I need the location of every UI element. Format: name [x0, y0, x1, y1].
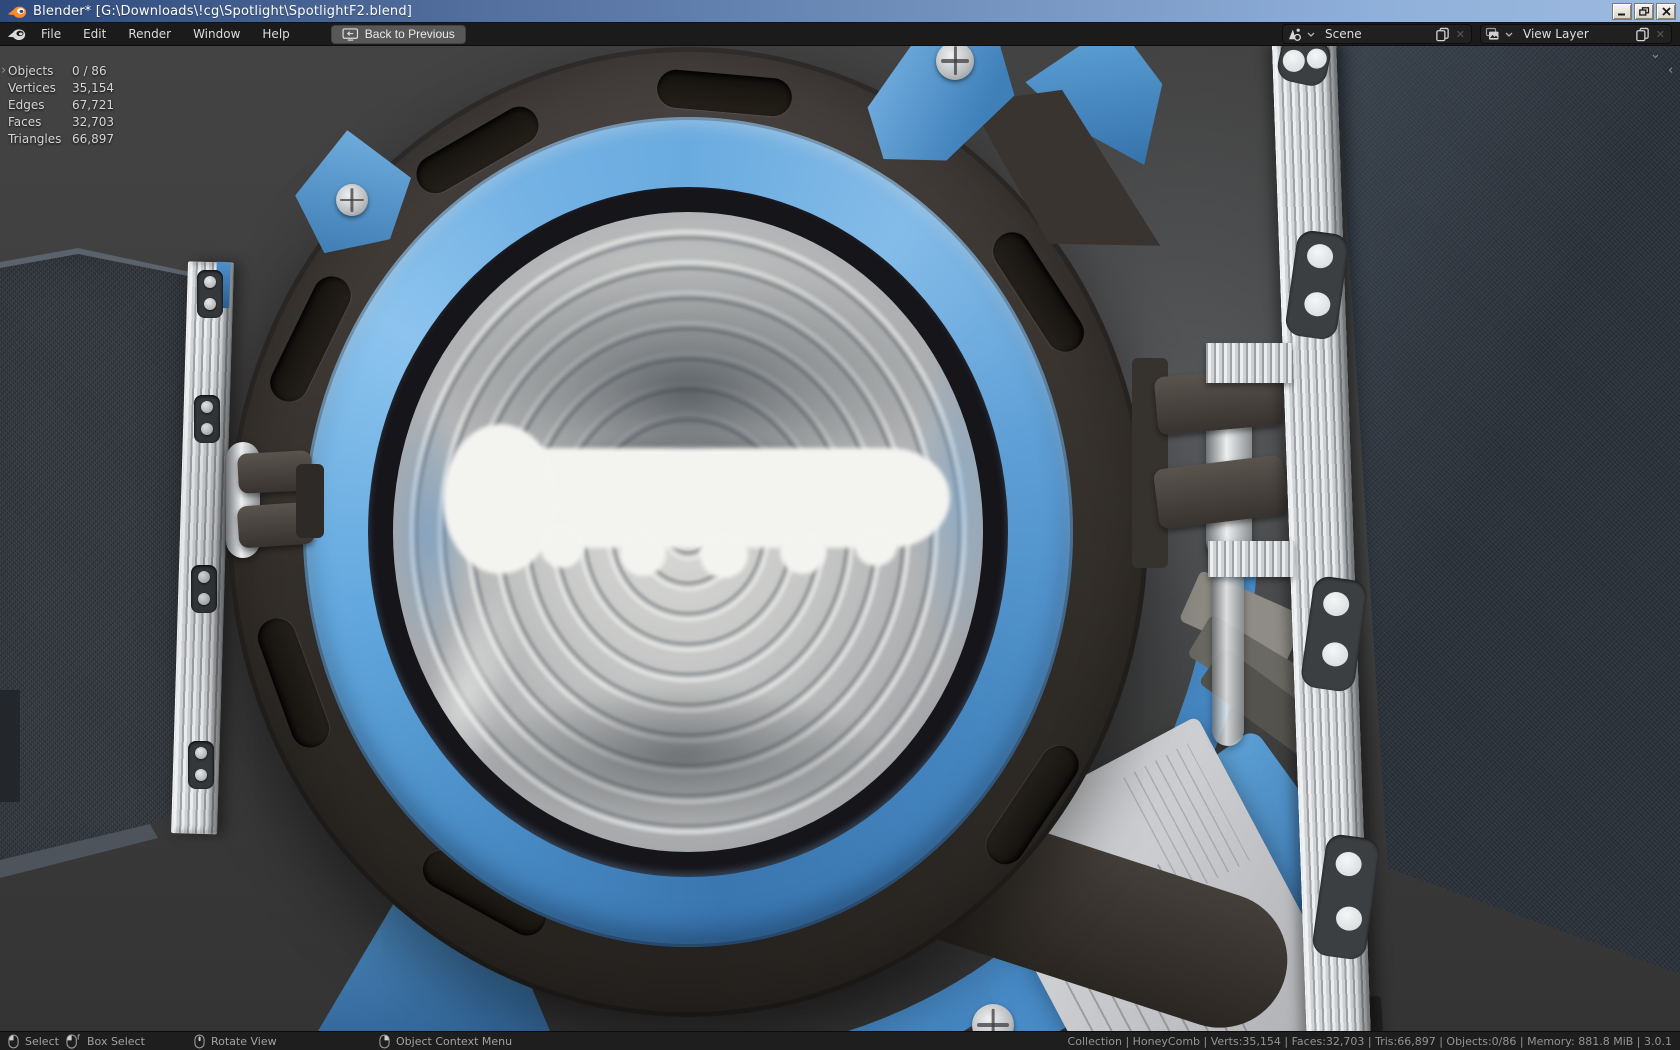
editor-corner-widget[interactable]: ⌄	[1650, 48, 1661, 61]
minimize-icon	[1618, 13, 1625, 16]
hinge-mount-bottom	[1208, 541, 1294, 577]
title-bar: Blender* [G:\Downloads\!cg\Spotlight\Spo…	[0, 0, 1680, 23]
keymap-hint-select: Select	[8, 1032, 59, 1050]
blender-logo-icon	[7, 4, 27, 19]
toolbar-expand-arrow[interactable]: ›	[1, 64, 6, 77]
stat-value: 66,897	[72, 132, 114, 146]
stat-value: 32,703	[72, 115, 114, 129]
menu-help[interactable]: Help	[251, 23, 300, 46]
hint-label: Box Select	[87, 1035, 145, 1048]
light-streak-scallop	[780, 530, 826, 574]
view-layer-icon	[1485, 27, 1499, 40]
menu-edit[interactable]: Edit	[72, 23, 117, 46]
restore-icon	[1638, 7, 1649, 16]
hint-label: Rotate View	[211, 1035, 277, 1048]
blender-window: Blender* [G:\Downloads\!cg\Spotlight\Spo…	[0, 0, 1680, 1050]
scene-name: Scene	[1325, 27, 1362, 41]
mouse-right-icon	[379, 1034, 390, 1049]
bolt-plate	[191, 565, 217, 613]
bolt-plate	[194, 395, 220, 443]
window-title: Blender* [G:\Downloads\!cg\Spotlight\Spo…	[33, 3, 413, 19]
hinge-mount-top	[1206, 343, 1292, 383]
mouse-left-drag-icon	[66, 1034, 81, 1049]
stat-label: Objects	[8, 64, 54, 78]
scene-statistics-text: Collection | HoneyComb | Verts:35,154 | …	[1067, 1035, 1672, 1048]
minimize-button[interactable]	[1612, 3, 1632, 20]
bolt-plate	[188, 741, 214, 789]
light-streak-scallop	[540, 524, 584, 568]
light-streak-scallop	[700, 532, 748, 578]
back-to-previous-button[interactable]: Back to Previous	[330, 24, 466, 44]
stat-label: Faces	[8, 115, 42, 129]
menu-window[interactable]: Window	[182, 23, 251, 46]
stat-label: Edges	[8, 98, 45, 112]
top-menu-bar: File Edit Render Window Help Back to Pre…	[0, 23, 1680, 46]
hint-label: Object Context Menu	[396, 1035, 513, 1048]
unlink-scene-icon[interactable]: ✕	[1454, 29, 1467, 40]
stat-label: Triangles	[8, 132, 62, 146]
stat-label: Vertices	[8, 81, 56, 95]
clip-screw	[336, 184, 368, 216]
light-streak-scallop	[855, 526, 897, 566]
bolt-plate	[197, 270, 223, 318]
keymap-hint-context-menu: Object Context Menu	[379, 1032, 512, 1050]
window-controls	[1612, 3, 1676, 20]
remove-view-layer-icon[interactable]: ✕	[1654, 29, 1667, 40]
menu-file[interactable]: File	[30, 23, 72, 46]
mouse-left-icon	[8, 1034, 19, 1049]
fresnel-lens	[393, 212, 983, 852]
stat-value: 35,154	[72, 81, 114, 95]
viewport-statistics: Objects 0 / 86 Vertices 35,154 Edges 67,721…	[8, 65, 114, 146]
close-button[interactable]	[1656, 3, 1676, 20]
scene-selector[interactable]: Scene ✕	[1282, 24, 1472, 44]
scene-icon	[1289, 28, 1301, 41]
new-view-layer-icon[interactable]	[1635, 27, 1650, 42]
lens-reflection-dark-bottom	[487, 685, 877, 827]
menu-render[interactable]: Render	[117, 23, 182, 46]
new-scene-icon[interactable]	[1435, 27, 1450, 42]
chevron-down-icon	[1307, 32, 1315, 37]
blender-menu-logo-icon[interactable]	[7, 27, 26, 41]
viewport-3d[interactable]: Objects 0 / 86 Vertices 35,154 Edges 67,721…	[0, 46, 1680, 1031]
stat-value: 0 / 86	[72, 64, 107, 78]
hinge-bracket-left	[296, 464, 324, 538]
light-streak-scallop	[620, 530, 666, 576]
hint-label: Select	[25, 1035, 59, 1048]
keymap-hint-rotate-view: Rotate View	[194, 1032, 277, 1050]
keymap-hint-box-select: Box Select	[66, 1032, 145, 1050]
hinge-pin-right-lower	[1212, 561, 1244, 746]
mouse-middle-icon	[194, 1034, 205, 1049]
restore-button[interactable]	[1634, 3, 1654, 20]
chevron-down-icon	[1505, 32, 1513, 37]
close-icon	[1661, 7, 1671, 16]
left-edge-object	[0, 690, 20, 802]
back-to-previous-label: Back to Previous	[364, 27, 455, 41]
view-layer-name: View Layer	[1523, 27, 1589, 41]
view-layer-selector[interactable]: View Layer ✕	[1480, 24, 1672, 44]
status-bar: Select Box Select Rotate View Object Con…	[0, 1031, 1680, 1050]
back-screen-icon	[342, 27, 358, 41]
sidebar-expand-arrow[interactable]: ‹	[1668, 64, 1673, 77]
stat-value: 67,721	[72, 98, 114, 112]
